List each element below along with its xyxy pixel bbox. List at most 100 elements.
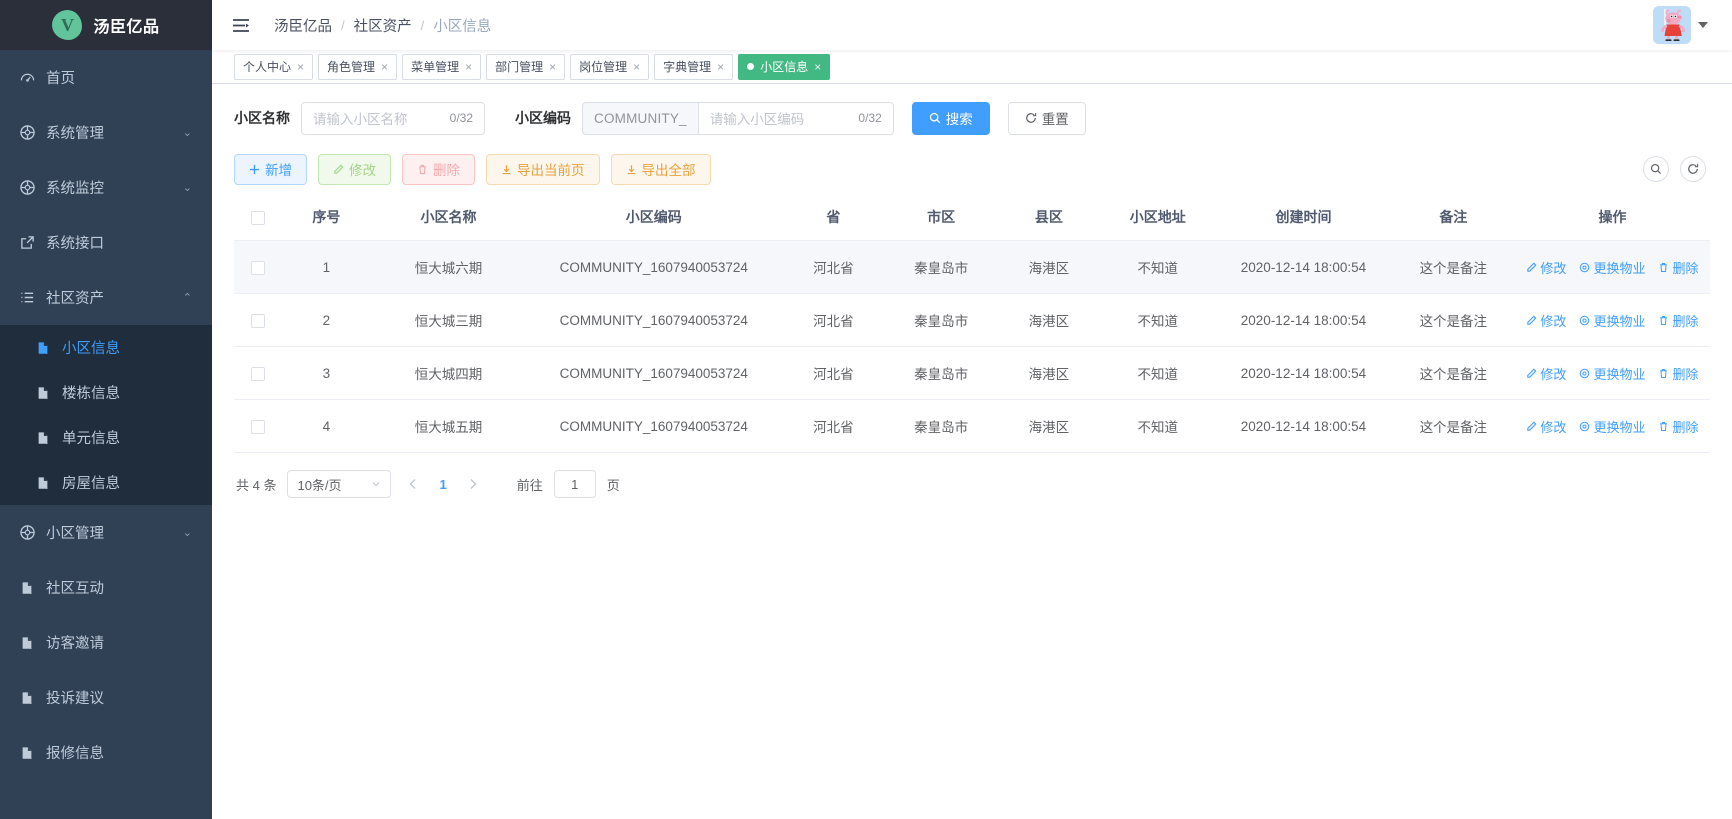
sidebar-item-community-assets[interactable]: 社区资产 ⌃ <box>0 270 212 325</box>
pagination-jump-input[interactable]: 1 <box>553 470 596 498</box>
sidebar-item-system-interface[interactable]: 系统接口 <box>0 215 212 270</box>
chevron-down-icon: ⌄ <box>182 182 192 194</box>
row-change-property-link[interactable]: 更换物业 <box>1579 364 1645 383</box>
hamburger-icon[interactable] <box>230 14 252 36</box>
community-name-placeholder: 请输入小区名称 <box>313 112 408 127</box>
table-row[interactable]: 2 恒大城三期 COMMUNITY_1607940053724 河北省 秦皇岛市… <box>234 293 1710 347</box>
row-checkbox[interactable] <box>250 366 265 381</box>
delete-button[interactable]: 删除 <box>402 153 475 185</box>
search-button[interactable]: 搜索 <box>911 101 990 135</box>
table-row[interactable]: 3 恒大城四期 COMMUNITY_1607940053724 河北省 秦皇岛市… <box>234 346 1710 400</box>
sidebar-item-system-management[interactable]: 系统管理 ⌄ <box>0 105 212 160</box>
breadcrumb-item-0[interactable]: 汤臣亿品 <box>274 15 332 36</box>
select-all-checkbox[interactable] <box>250 211 265 226</box>
refresh-tool-icon[interactable] <box>1680 156 1706 182</box>
row-delete-link[interactable]: 删除 <box>1658 364 1698 383</box>
row-edit-link[interactable]: 修改 <box>1526 417 1566 436</box>
sidebar-item-system-monitor[interactable]: 系统监控 ⌄ <box>0 160 212 215</box>
row-change-property-link[interactable]: 更换物业 <box>1579 311 1645 330</box>
tab-department-management[interactable]: 部门管理 × <box>486 53 566 80</box>
cell-created: 2020-12-14 18:00:54 <box>1215 399 1392 453</box>
close-icon[interactable]: × <box>549 61 556 73</box>
table-head: 序号 小区名称 小区编码 省 市区 县区 小区地址 创建时间 备注 操作 <box>234 194 1710 241</box>
cell-county: 海港区 <box>997 240 1101 294</box>
row-delete-link[interactable]: 删除 <box>1658 258 1698 277</box>
tab-community-info[interactable]: 小区信息 × <box>738 53 831 80</box>
edit-icon <box>1526 368 1537 379</box>
cell-city: 秦皇岛市 <box>884 346 998 400</box>
sidebar-subitem-label: 小区信息 <box>62 341 120 357</box>
row-checkbox[interactable] <box>250 260 265 275</box>
close-icon[interactable]: × <box>633 61 640 73</box>
close-icon[interactable]: × <box>814 61 821 73</box>
col-operation: 操作 <box>1514 194 1710 241</box>
add-button[interactable]: 新增 <box>234 153 307 185</box>
breadcrumb-item-1[interactable]: 社区资产 <box>354 15 412 36</box>
brand-logo-icon: V <box>52 10 83 40</box>
tab-dictionary-management[interactable]: 字典管理 × <box>654 53 734 80</box>
sidebar-item-home[interactable]: 首页 <box>0 50 212 105</box>
cell-code: COMMUNITY_1607940053724 <box>525 346 783 400</box>
sidebar-subitem-label: 单元信息 <box>62 431 120 447</box>
main-container: 汤臣亿品 / 社区资产 / 小区信息 个人中心 × 角色管理 × 菜单管理 × … <box>212 0 1732 819</box>
col-county: 县区 <box>997 194 1101 241</box>
sidebar-item-repair-info[interactable]: 报修信息 <box>0 725 212 780</box>
row-change-property-link[interactable]: 更换物业 <box>1579 417 1645 436</box>
chevron-up-icon: ⌃ <box>182 292 192 304</box>
row-checkbox[interactable] <box>250 313 265 328</box>
export-current-page-button[interactable]: 导出当前页 <box>486 153 600 185</box>
row-change-property-label: 更换物业 <box>1593 419 1646 435</box>
sidebar-item-community-management[interactable]: 小区管理 ⌄ <box>0 505 212 560</box>
row-delete-label: 删除 <box>1672 366 1699 382</box>
close-icon[interactable]: × <box>717 61 724 73</box>
user-avatar[interactable] <box>1653 6 1691 44</box>
sidebar-item-community-interaction[interactable]: 社区互动 <box>0 560 212 615</box>
close-icon[interactable]: × <box>381 61 388 73</box>
sidebar-item-complaints[interactable]: 投诉建议 <box>0 670 212 725</box>
reset-button[interactable]: 重置 <box>1007 101 1086 135</box>
tab-label: 字典管理 <box>663 60 712 74</box>
export-all-button[interactable]: 导出全部 <box>610 153 711 185</box>
search-tool-icon[interactable] <box>1643 156 1669 182</box>
document-icon <box>20 636 46 650</box>
row-edit-link[interactable]: 修改 <box>1526 364 1566 383</box>
close-icon[interactable]: × <box>465 61 472 73</box>
row-edit-link[interactable]: 修改 <box>1526 258 1566 277</box>
table-tools <box>1643 156 1710 182</box>
sidebar-subitem-label: 楼栋信息 <box>62 386 120 402</box>
tab-role-management[interactable]: 角色管理 × <box>318 53 398 80</box>
sidebar-item-visitor-invite[interactable]: 访客邀请 <box>0 615 212 670</box>
cell-name: 恒大城三期 <box>371 293 526 347</box>
community-name-input[interactable]: 请输入小区名称 0/32 <box>301 101 485 135</box>
sidebar-item-house-info[interactable]: 房屋信息 <box>0 460 212 505</box>
page-size-select[interactable]: 10条/页 <box>287 470 392 498</box>
sidebar-item-unit-info[interactable]: 单元信息 <box>0 415 212 460</box>
table-row[interactable]: 4 恒大城五期 COMMUNITY_1607940053724 河北省 秦皇岛市… <box>234 399 1710 453</box>
tab-menu-management[interactable]: 菜单管理 × <box>402 53 482 80</box>
table-row[interactable]: 1 恒大城六期 COMMUNITY_1607940053724 河北省 秦皇岛市… <box>234 240 1710 294</box>
caret-down-icon[interactable] <box>1698 22 1708 28</box>
tab-personal-center[interactable]: 个人中心 × <box>234 53 314 80</box>
row-change-property-link[interactable]: 更换物业 <box>1579 258 1645 277</box>
close-icon[interactable]: × <box>297 61 304 73</box>
sidebar-item-community-info[interactable]: 小区信息 <box>0 325 212 370</box>
pagination-page-1[interactable]: 1 <box>435 477 450 492</box>
row-delete-link[interactable]: 删除 <box>1658 417 1698 436</box>
edit-button[interactable]: 修改 <box>318 153 391 185</box>
tab-post-management[interactable]: 岗位管理 × <box>570 53 650 80</box>
row-select-cell <box>234 346 282 400</box>
sidebar-item-building-info[interactable]: 楼栋信息 <box>0 370 212 415</box>
sidebar-item-label: 报修信息 <box>46 746 104 762</box>
community-code-input[interactable]: 请输入小区编码 0/32 <box>697 101 894 135</box>
sidebar-item-label: 投诉建议 <box>46 691 104 707</box>
pagination-prev-button[interactable] <box>402 478 424 490</box>
community-name-counter: 0/32 <box>449 111 473 125</box>
edit-button-label: 修改 <box>349 163 376 178</box>
tab-label: 个人中心 <box>243 60 292 74</box>
row-delete-link[interactable]: 删除 <box>1658 311 1698 330</box>
pagination-next-button[interactable] <box>462 478 484 490</box>
row-checkbox[interactable] <box>250 419 265 434</box>
sidebar-logo[interactable]: V 汤臣亿品 <box>0 0 212 50</box>
row-edit-link[interactable]: 修改 <box>1526 311 1566 330</box>
refresh-icon <box>1025 112 1037 124</box>
